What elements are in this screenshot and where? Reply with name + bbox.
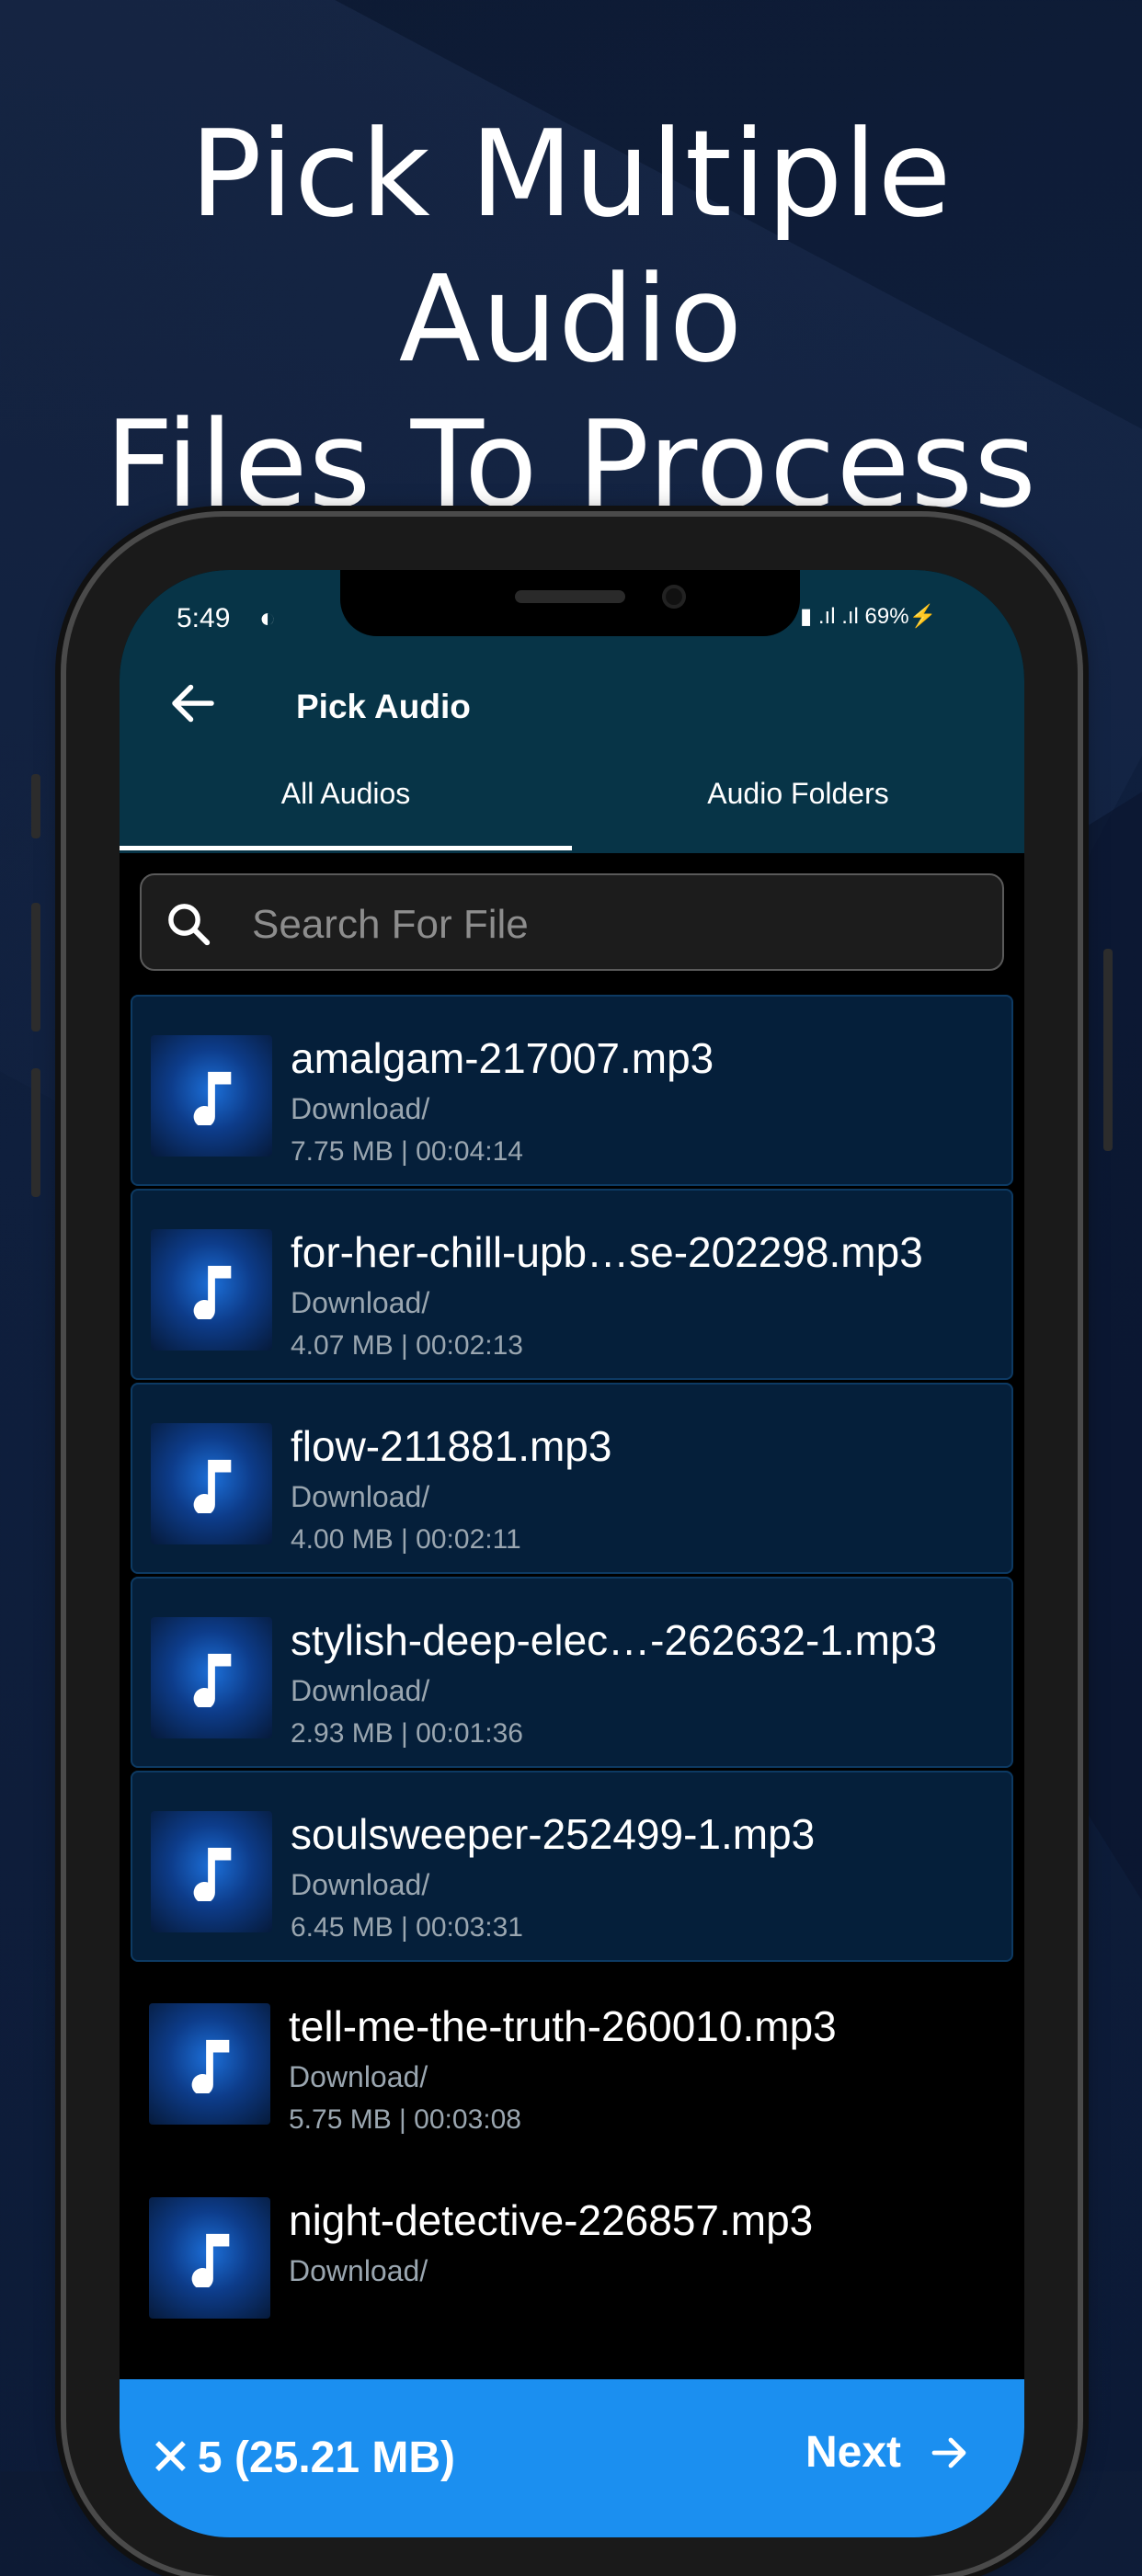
tab-all-audios[interactable]: All Audios: [120, 777, 572, 811]
file-meta: 4.00 MB | 00:02:11: [291, 1524, 521, 1555]
list-item[interactable]: stylish-deep-elec…-262632-1.mp3 Download…: [131, 1577, 1013, 1768]
file-name: amalgam-217007.mp3: [291, 1034, 714, 1082]
speaker-grille: [515, 590, 625, 603]
file-name: flow-211881.mp3: [291, 1422, 612, 1470]
file-meta: 4.07 MB | 00:02:13: [291, 1330, 523, 1361]
audio-thumbnail: [149, 2197, 270, 2319]
status-time: 5:49: [177, 603, 231, 633]
arrow-left-icon: [172, 684, 214, 723]
phone-screen: 5:49 ◐ ▮ .ıl .ıl 69%⚡ Pick Audio All Aud…: [120, 570, 1024, 2537]
file-name: tell-me-the-truth-260010.mp3: [289, 2002, 837, 2050]
file-meta: 6.45 MB | 00:03:31: [291, 1912, 523, 1943]
music-note-icon: [191, 2233, 230, 2287]
music-note-icon: [193, 1459, 232, 1513]
phone-volume-down-button: [31, 1068, 40, 1197]
headline-line-2: Files To Process: [105, 394, 1037, 534]
phone-action-button: [31, 774, 40, 838]
music-note-icon: [193, 1265, 232, 1319]
page-title: Pick Audio: [296, 688, 471, 725]
back-button[interactable]: [166, 676, 221, 731]
file-meta: 7.75 MB | 00:04:14: [291, 1136, 523, 1167]
file-path: Download/: [291, 1868, 430, 1901]
file-meta: 2.93 MB | 00:01:36: [291, 1718, 523, 1749]
phone-power-button: [1103, 949, 1113, 1151]
list-item[interactable]: flow-211881.mp3 Download/ 4.00 MB | 00:0…: [131, 1383, 1013, 1574]
audio-thumbnail: [151, 1617, 272, 1738]
audio-thumbnail: [151, 1035, 272, 1157]
music-note-icon: [193, 1847, 232, 1901]
list-item[interactable]: tell-me-the-truth-260010.mp3 Download/ 5…: [131, 1965, 1013, 2156]
search-input[interactable]: [250, 901, 971, 949]
active-tab-indicator: [120, 846, 572, 850]
phone-volume-up-button: [31, 903, 40, 1032]
file-name: soulsweeper-252499-1.mp3: [291, 1810, 816, 1858]
next-label: Next: [805, 2428, 902, 2477]
search-box[interactable]: [140, 873, 1004, 971]
music-note-icon: [193, 1071, 232, 1125]
audio-thumbnail: [151, 1423, 272, 1544]
close-icon[interactable]: ✕: [149, 2427, 192, 2488]
audio-thumbnail: [151, 1229, 272, 1351]
audio-file-list: amalgam-217007.mp3 Download/ 7.75 MB | 0…: [131, 995, 1013, 2353]
phone-frame: 5:49 ◐ ▮ .ıl .ıl 69%⚡ Pick Audio All Aud…: [31, 517, 1113, 2576]
audio-thumbnail: [149, 2003, 270, 2125]
front-camera: [662, 585, 686, 609]
file-path: Download/: [289, 2254, 428, 2287]
search-icon: [168, 904, 211, 946]
music-note-icon: [193, 1653, 232, 1707]
selection-summary[interactable]: ✕ 5 (25.21 MB): [149, 2427, 455, 2488]
d-icon: ◐: [259, 603, 277, 633]
file-meta: 5.75 MB | 00:03:08: [289, 2104, 521, 2135]
tab-audio-folders[interactable]: Audio Folders: [572, 777, 1024, 811]
file-path: Download/: [291, 1480, 430, 1513]
arrow-right-icon: [931, 2437, 966, 2468]
list-item[interactable]: night-detective-226857.mp3 Download/: [131, 2159, 1013, 2350]
next-button[interactable]: Next: [805, 2427, 971, 2478]
promo-headline: Pick Multiple Audio Files To Process: [0, 101, 1142, 537]
selection-count: 5 (25.21 MB): [197, 2433, 456, 2482]
list-item[interactable]: amalgam-217007.mp3 Download/ 7.75 MB | 0…: [131, 995, 1013, 1186]
headline-line-1: Pick Multiple Audio: [189, 104, 953, 389]
status-indicators: ▮ .ıl .ıl 69%⚡: [800, 604, 937, 629]
file-name: stylish-deep-elec…-262632-1.mp3: [291, 1616, 938, 1664]
file-path: Download/: [291, 1674, 430, 1707]
selection-bottom-bar: ✕ 5 (25.21 MB) Next: [120, 2379, 1024, 2537]
music-note-icon: [191, 2039, 230, 2093]
file-name: night-detective-226857.mp3: [289, 2196, 814, 2244]
file-path: Download/: [291, 1092, 430, 1125]
notch: [340, 570, 800, 636]
list-item[interactable]: for-her-chill-upb…se-202298.mp3 Download…: [131, 1189, 1013, 1380]
audio-thumbnail: [151, 1811, 272, 1932]
file-path: Download/: [291, 1286, 430, 1319]
file-name: for-her-chill-upb…se-202298.mp3: [291, 1228, 923, 1276]
list-item[interactable]: soulsweeper-252499-1.mp3 Download/ 6.45 …: [131, 1771, 1013, 1962]
file-path: Download/: [289, 2060, 428, 2093]
